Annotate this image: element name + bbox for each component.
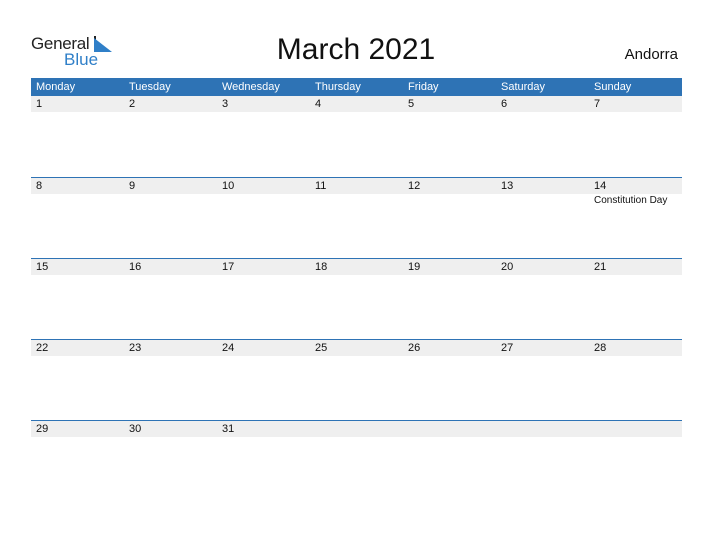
day-number: 23 [129,342,142,354]
day-number: 21 [594,261,607,273]
day-number: 30 [129,423,142,435]
day-number: 15 [36,261,49,273]
week-row: 8 9 10 11 12 13 14 Constitution Day [31,177,682,258]
day-number: 1 [36,98,43,110]
holiday-label [496,194,589,207]
day-number: 8 [36,180,43,192]
week-row: 1 2 3 4 5 6 7 [31,96,682,177]
holiday-label [31,194,124,207]
day-number: 4 [315,98,322,110]
day-number: 26 [408,342,421,354]
day-number: 20 [501,261,514,273]
calendar-title: March 2021 [276,33,436,66]
day-number: 13 [501,180,514,192]
day-number: 31 [222,423,235,435]
day-number: 11 [315,180,327,192]
week-row: 15 16 17 18 19 20 21 [31,258,682,339]
day-number [310,421,403,437]
day-number: 24 [222,342,235,354]
day-number: 17 [222,261,235,273]
date-band: 22 23 24 25 26 27 28 [31,340,682,356]
weekday-monday: Monday [36,81,76,93]
holiday-label [310,194,403,207]
weekday-wednesday: Wednesday [222,81,280,93]
day-number: 27 [501,342,514,354]
day-number: 22 [36,342,49,354]
date-band: 29 30 31 [31,421,682,437]
weekday-tuesday: Tuesday [129,81,171,93]
week-row: 22 23 24 25 26 27 28 [31,339,682,420]
week-row: 29 30 31 [31,420,682,501]
day-number: 5 [408,98,415,110]
country-label: Andorra [624,46,678,63]
holiday-label [124,194,217,207]
day-number [403,421,496,437]
calendar-grid: Monday Tuesday Wednesday Thursday Friday… [31,78,682,501]
day-number [496,421,589,437]
weekday-friday: Friday [408,81,439,93]
weekday-saturday: Saturday [501,81,546,93]
day-number: 16 [129,261,142,273]
date-band: 1 2 3 4 5 6 7 [31,96,682,112]
day-number: 10 [222,180,235,192]
events-row: Constitution Day [31,194,682,207]
day-number: 19 [408,261,421,273]
day-number [589,421,682,437]
date-band: 15 16 17 18 19 20 21 [31,259,682,275]
weekday-sunday: Sunday [594,81,632,93]
weekday-thursday: Thursday [315,81,361,93]
holiday-label: Constitution Day [594,195,668,206]
day-number: 2 [129,98,136,110]
day-number: 7 [594,98,601,110]
date-band: 8 9 10 11 12 13 14 [31,178,682,194]
weekday-header: Monday Tuesday Wednesday Thursday Friday… [31,78,682,96]
day-number: 25 [315,342,328,354]
holiday-label [217,194,310,207]
holiday-label [403,194,496,207]
day-number: 28 [594,342,607,354]
day-number: 12 [408,180,421,192]
day-number: 29 [36,423,49,435]
day-number: 3 [222,98,229,110]
day-number: 18 [315,261,328,273]
day-number: 14 [594,180,607,192]
day-number: 9 [129,180,136,192]
day-number: 6 [501,98,508,110]
